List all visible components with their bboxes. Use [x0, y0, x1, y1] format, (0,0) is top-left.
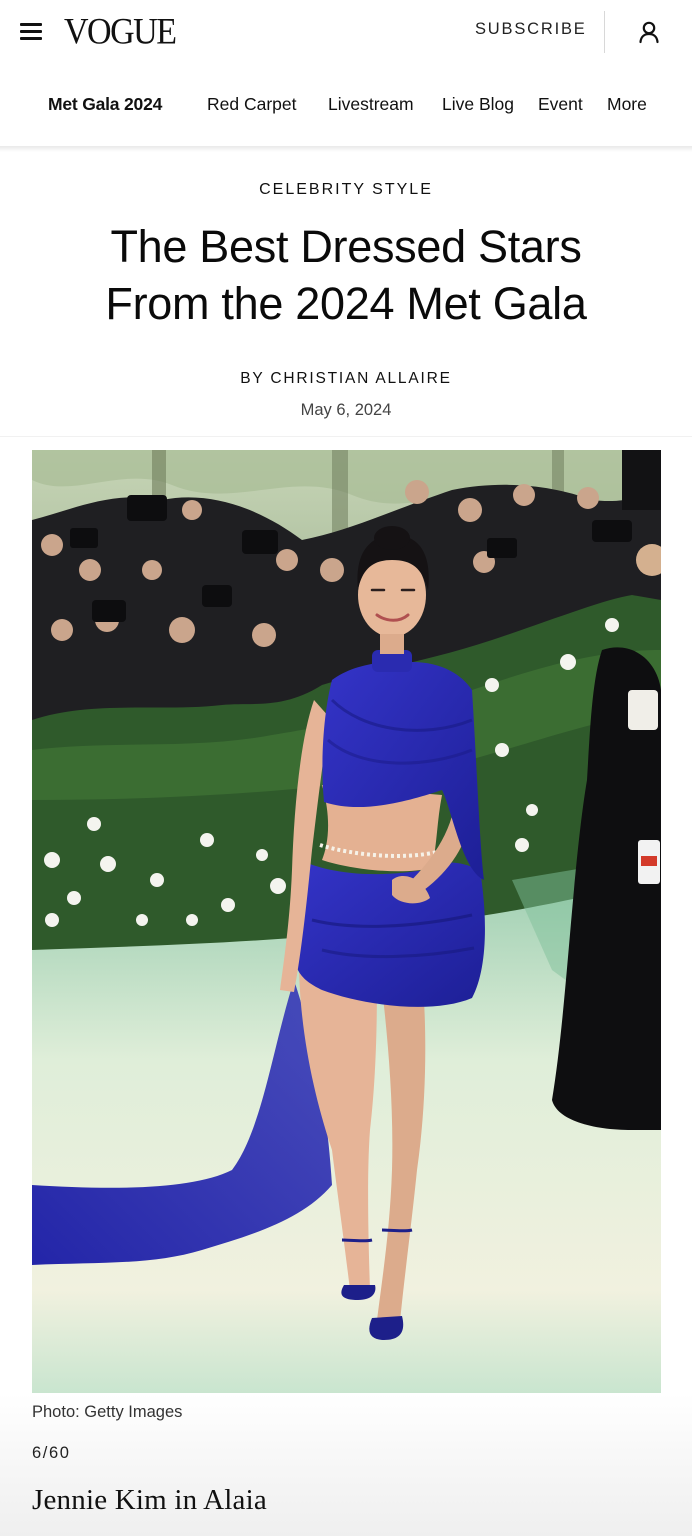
red-carpet-illustration	[32, 450, 661, 1393]
photo-credit: Photo: Getty Images	[32, 1403, 183, 1421]
nav-item-live-blog[interactable]: Live Blog	[442, 94, 514, 115]
headline-line-1: The Best Dressed Stars	[110, 221, 582, 272]
publish-date: May 6, 2024	[300, 401, 392, 419]
slide-counter: 6/60	[32, 1444, 71, 1462]
vogue-logo[interactable]: VOGUE	[64, 12, 177, 53]
site-header: VOGUE SUBSCRIBE	[0, 0, 692, 68]
header-separator	[0, 436, 692, 437]
section-nav: Met Gala 2024 Red Carpet Livestream Live…	[0, 80, 692, 132]
slide-title: Jennie Kim in Alaia	[32, 1484, 267, 1516]
header-divider	[604, 11, 605, 53]
nav-item-event[interactable]: Event	[538, 94, 583, 115]
nav-item-met-gala-2024[interactable]: Met Gala 2024	[48, 94, 162, 115]
subscribe-button[interactable]: SUBSCRIBE	[475, 20, 587, 39]
author-link[interactable]: CHRISTIAN ALLAIRE	[270, 370, 451, 387]
nav-item-livestream[interactable]: Livestream	[328, 94, 414, 115]
hamburger-menu-icon[interactable]	[20, 23, 44, 41]
user-account-icon[interactable]	[636, 19, 662, 45]
nav-item-more[interactable]: More	[607, 94, 647, 115]
byline-prefix: BY	[240, 370, 271, 387]
headline-line-2: From the 2024 Met Gala	[105, 278, 587, 329]
article-byline: BY CHRISTIAN ALLAIRE	[0, 370, 692, 388]
gallery-photo[interactable]	[32, 450, 661, 1393]
article-headline: The Best Dressed Stars From the 2024 Met…	[20, 218, 672, 332]
article-category-link[interactable]: CELEBRITY STYLE	[0, 181, 692, 199]
nav-item-red-carpet[interactable]: Red Carpet	[207, 94, 297, 115]
header-shadow	[0, 146, 692, 152]
